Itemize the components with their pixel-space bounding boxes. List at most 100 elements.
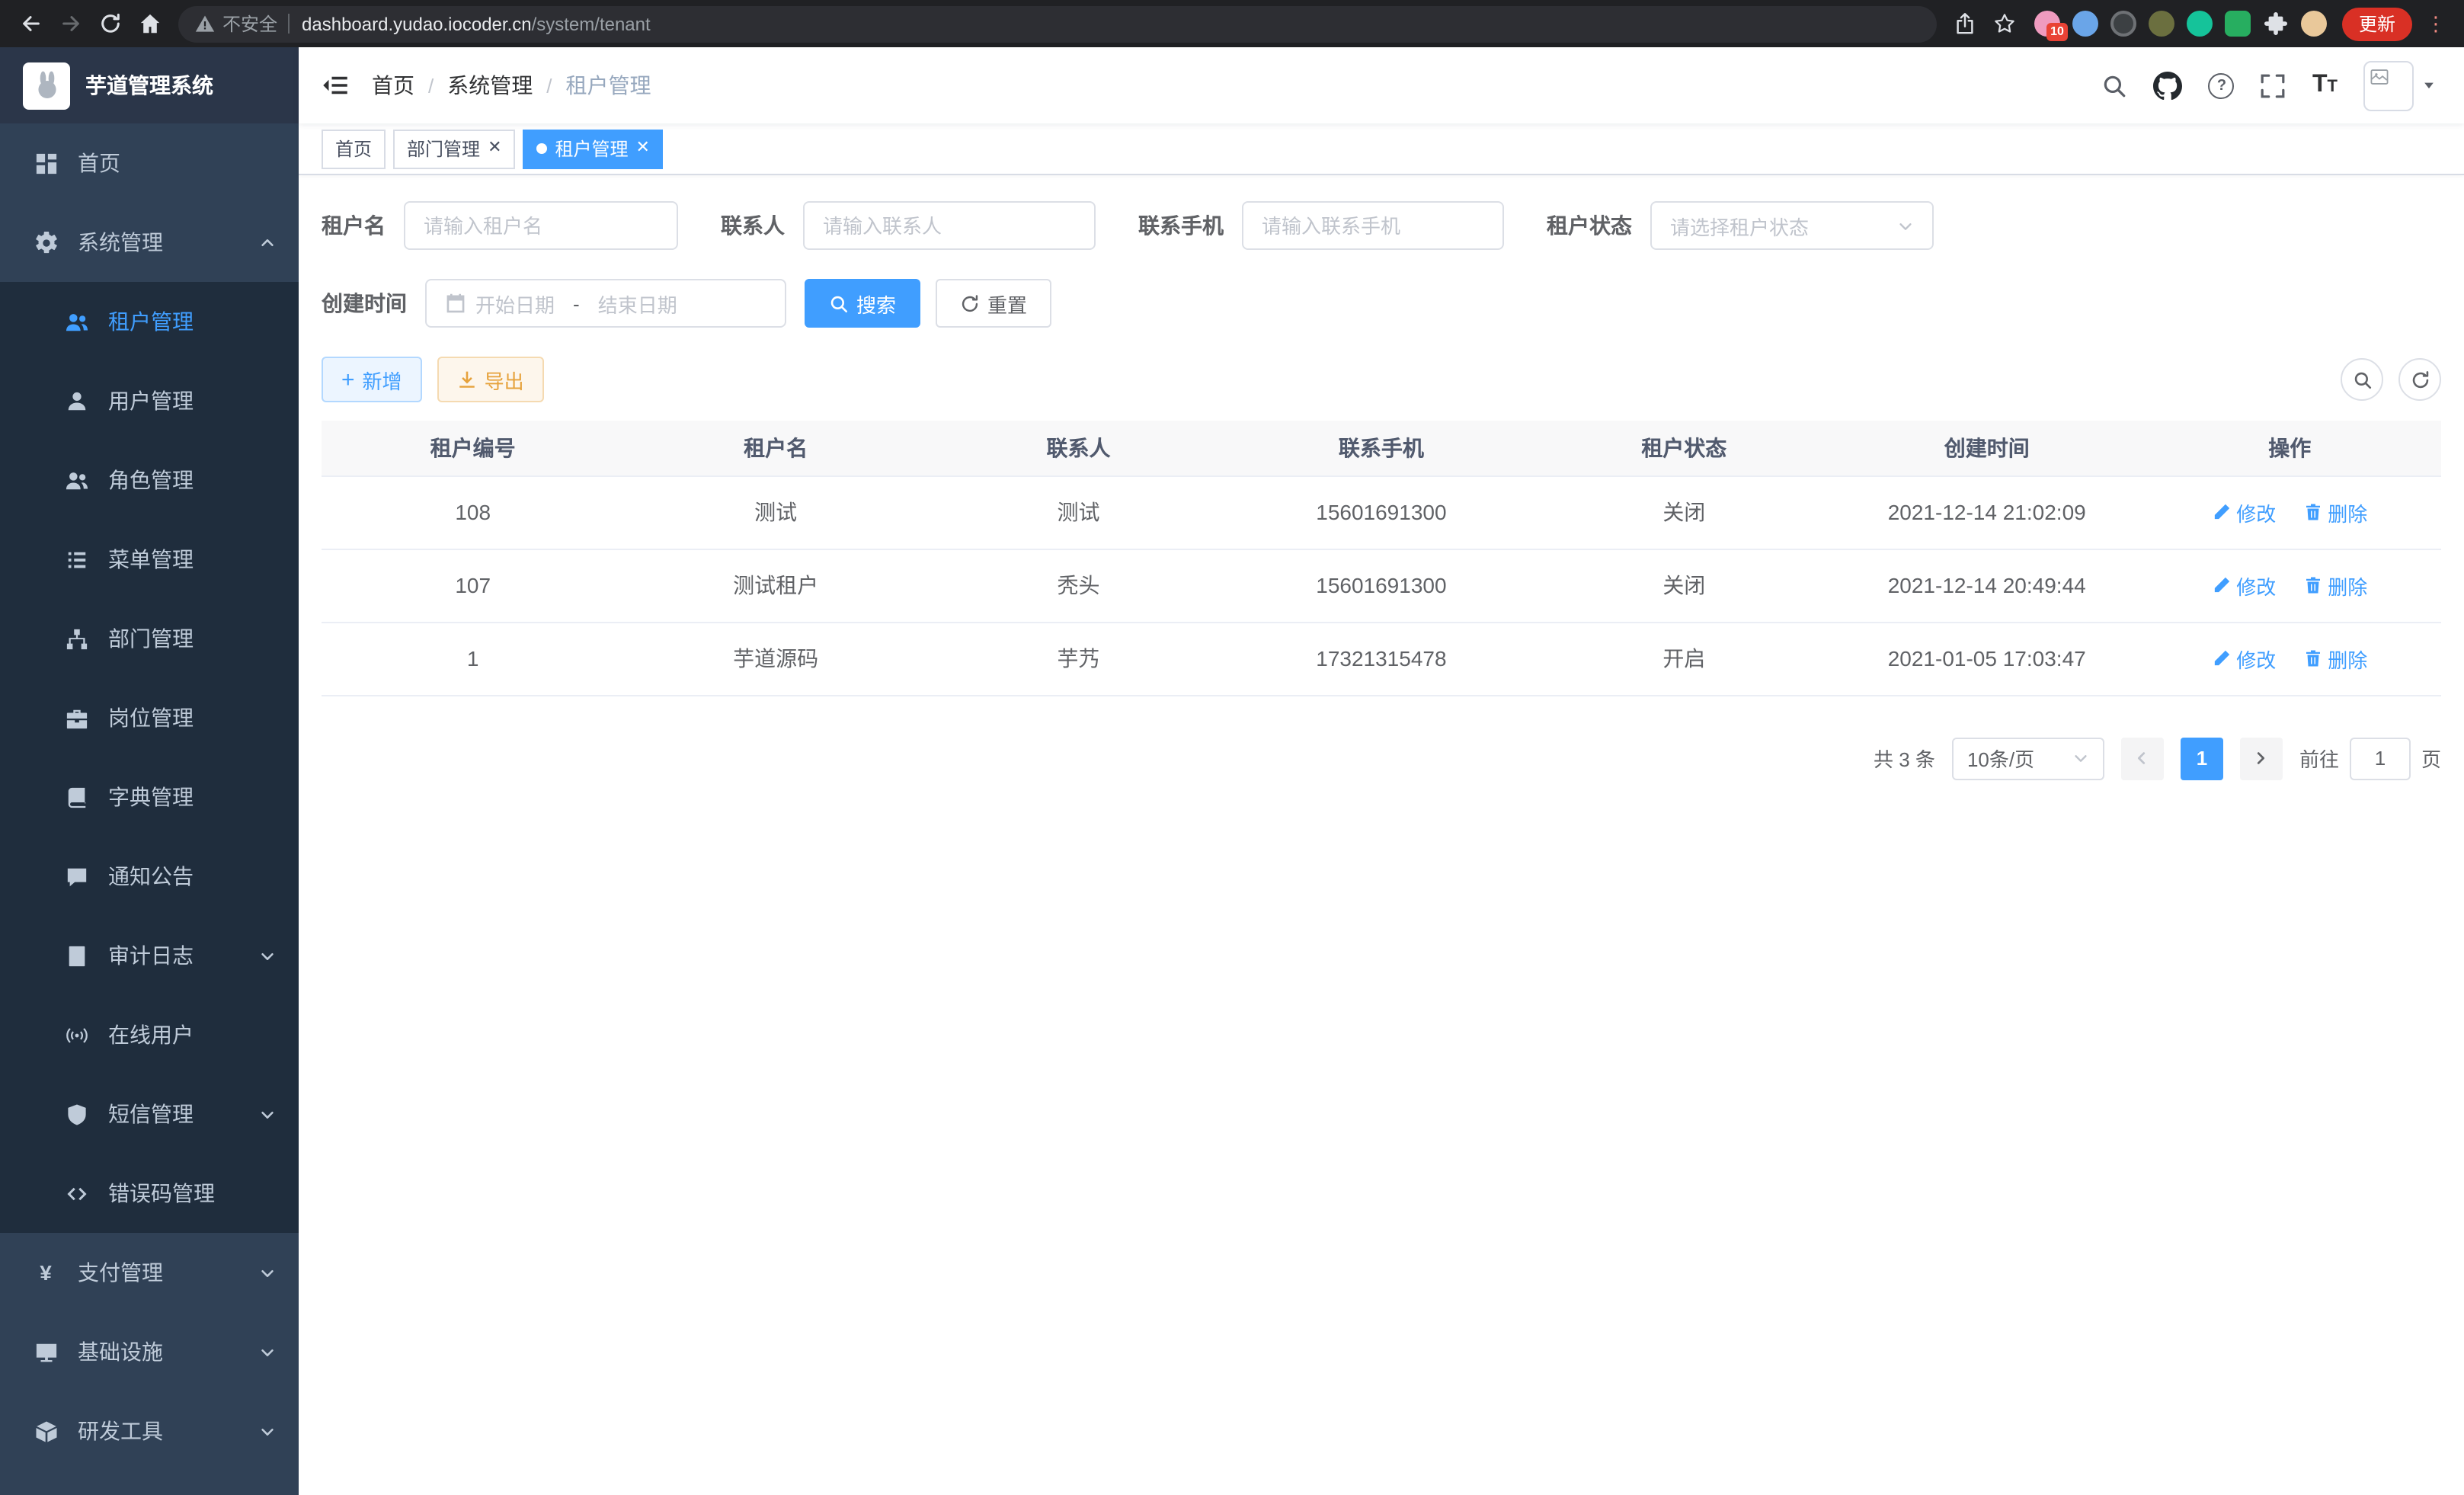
page-number-button[interactable]: 1: [2181, 737, 2223, 780]
update-button[interactable]: 更新: [2342, 7, 2412, 40]
extension-icon-6[interactable]: [2225, 11, 2251, 37]
goto-unit: 页: [2421, 744, 2441, 773]
sidebar-item-error-code-management[interactable]: 错误码管理: [0, 1154, 299, 1233]
tab-home[interactable]: 首页: [322, 129, 386, 168]
github-icon[interactable]: [2154, 71, 2183, 100]
sidebar-item-menu-management[interactable]: 菜单管理: [0, 520, 299, 599]
goto-page-input[interactable]: [2350, 737, 2411, 780]
sidebar-toggle-hamburger-icon[interactable]: [299, 47, 372, 123]
col-contact: 联系人: [927, 421, 1230, 475]
browser-menu-icon[interactable]: ⋮: [2418, 11, 2453, 36]
reload-icon[interactable]: [90, 4, 130, 43]
sidebar-item-role-management[interactable]: 角色管理: [0, 440, 299, 520]
browser-home-icon[interactable]: [130, 4, 169, 43]
cell-tenant-id: 108: [322, 475, 624, 549]
sidebar-item-payment-management[interactable]: ¥ 支付管理: [0, 1233, 299, 1312]
tenant-status-select[interactable]: 请选择租户状态: [1650, 201, 1934, 250]
toggle-search-icon[interactable]: [2341, 358, 2383, 401]
col-actions: 操作: [2138, 421, 2441, 475]
prev-page-button[interactable]: [2121, 737, 2164, 780]
sidebar-logo[interactable]: 芋道管理系统: [0, 47, 299, 123]
browser-profile-avatar[interactable]: [2301, 11, 2327, 37]
cell-actions: 修改删除: [2138, 622, 2441, 695]
search-button[interactable]: 搜索: [805, 279, 920, 328]
cell-phone: 15601691300: [1230, 475, 1532, 549]
sidebar-item-user-management[interactable]: 用户管理: [0, 361, 299, 440]
date-range-picker[interactable]: 开始日期 - 结束日期: [425, 279, 786, 328]
pagination: 共 3 条 10条/页 1 前往 页: [322, 737, 2441, 780]
tenant-name-input[interactable]: [424, 214, 658, 237]
sidebar-item-notice-announcement[interactable]: 通知公告: [0, 837, 299, 916]
sidebar-item-online-users[interactable]: 在线用户: [0, 995, 299, 1074]
extension-icon-5[interactable]: [2187, 11, 2213, 37]
add-button[interactable]: + 新增: [322, 357, 422, 402]
sidebar-item-position-management[interactable]: 岗位管理: [0, 678, 299, 757]
col-created: 创建时间: [1835, 421, 2138, 475]
back-icon[interactable]: [11, 4, 50, 43]
extension-icon-1[interactable]: 10: [2034, 11, 2060, 37]
tab-close-icon[interactable]: ✕: [636, 140, 650, 157]
breadcrumb-home[interactable]: 首页: [372, 70, 414, 101]
address-bar[interactable]: 不安全 dashboard.yudao.iocoder.cn/system/te…: [178, 5, 1937, 42]
pagination-goto: 前往 页: [2299, 737, 2441, 780]
sidebar-item-dev-tools[interactable]: 研发工具: [0, 1391, 299, 1471]
font-size-icon[interactable]: TT: [2312, 73, 2338, 98]
cell-created: 2021-12-14 20:49:44: [1835, 549, 2138, 622]
user-avatar-menu[interactable]: [2363, 60, 2437, 110]
extension-icon-3[interactable]: [2110, 11, 2136, 37]
extension-icon-2[interactable]: [2072, 11, 2098, 37]
edit-link[interactable]: 修改: [2212, 644, 2276, 673]
cell-status: 关闭: [1533, 475, 1835, 549]
app-layout: 芋道管理系统 首页 系统管理 租户管理: [0, 47, 2464, 1495]
cell-tenant-name: 测试租户: [624, 549, 926, 622]
screen: 不安全 dashboard.yudao.iocoder.cn/system/te…: [0, 0, 2464, 1495]
edit-link[interactable]: 修改: [2212, 571, 2276, 600]
chevron-down-icon: [259, 1423, 276, 1439]
not-secure-warning-icon: [195, 14, 215, 34]
help-question-icon[interactable]: ?: [2209, 72, 2235, 98]
sidebar-item-home[interactable]: 首页: [0, 123, 299, 203]
cell-tenant-id: 107: [322, 549, 624, 622]
date-separator: -: [564, 292, 589, 315]
share-icon[interactable]: [1946, 4, 1986, 43]
bookmark-star-icon[interactable]: [1986, 4, 2025, 43]
forward-icon[interactable]: [50, 4, 90, 43]
table-row: 1 芋道源码 芋艿 17321315478 开启 2021-01-05 17:0…: [322, 622, 2441, 695]
reset-button[interactable]: 重置: [936, 279, 1051, 328]
contact-input[interactable]: [823, 214, 1076, 237]
edit-link[interactable]: 修改: [2212, 498, 2276, 527]
status-label: 租户状态: [1547, 210, 1632, 241]
phone-input-wrap: [1242, 201, 1504, 250]
refresh-icon[interactable]: [2398, 358, 2441, 401]
main-area: 首页 / 系统管理 / 租户管理 ?: [299, 47, 2464, 1495]
sidebar-item-tenant-management[interactable]: 租户管理: [0, 282, 299, 361]
col-status: 租户状态: [1533, 421, 1835, 475]
chevron-down-icon: [2072, 750, 2089, 767]
fullscreen-icon[interactable]: [2261, 72, 2286, 98]
delete-link[interactable]: 删除: [2303, 571, 2367, 600]
extensions-puzzle-icon[interactable]: [2263, 11, 2289, 37]
delete-link[interactable]: 删除: [2303, 644, 2367, 673]
sidebar-item-dictionary-management[interactable]: 字典管理: [0, 757, 299, 837]
sidebar-item-department-management[interactable]: 部门管理: [0, 599, 299, 678]
tab-tenant-management[interactable]: 租户管理 ✕: [523, 129, 664, 168]
cell-phone: 17321315478: [1230, 622, 1532, 695]
phone-input[interactable]: [1262, 214, 1484, 237]
sidebar-item-sms-management[interactable]: 短信管理: [0, 1074, 299, 1154]
export-button[interactable]: 导出: [437, 357, 544, 402]
sidebar-item-system-management[interactable]: 系统管理: [0, 203, 299, 282]
tab-close-icon[interactable]: ✕: [488, 140, 501, 157]
table-row: 107 测试租户 秃头 15601691300 关闭 2021-12-14 20…: [322, 549, 2441, 622]
delete-link[interactable]: 删除: [2303, 498, 2367, 527]
sidebar-item-audit-log[interactable]: 审计日志: [0, 916, 299, 995]
header-search-icon[interactable]: [2102, 72, 2128, 98]
extension-icon-4[interactable]: [2149, 11, 2174, 37]
sidebar-item-infrastructure[interactable]: 基础设施: [0, 1312, 299, 1391]
cell-actions: 修改删除: [2138, 549, 2441, 622]
tab-department-management[interactable]: 部门管理 ✕: [393, 129, 515, 168]
tenant-name-input-wrap: [404, 201, 678, 250]
page-size-select[interactable]: 10条/页: [1952, 737, 2104, 780]
omnibox-divider: [288, 14, 290, 34]
breadcrumb-system-management[interactable]: 系统管理: [447, 70, 533, 101]
next-page-button[interactable]: [2240, 737, 2283, 780]
